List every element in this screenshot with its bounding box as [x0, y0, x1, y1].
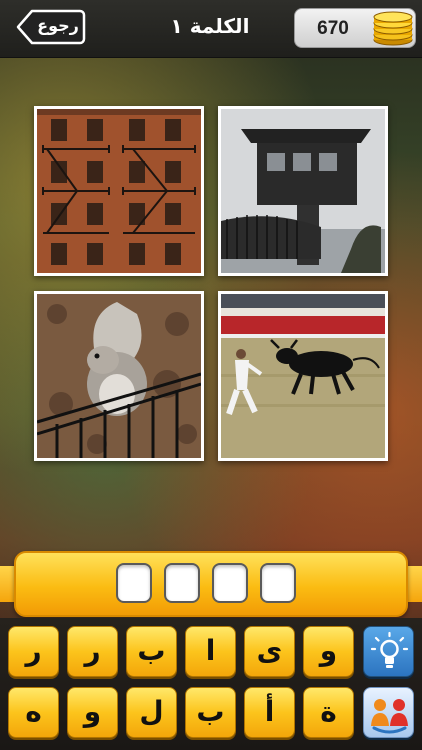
letter-key[interactable]: ر — [8, 626, 59, 677]
answer-slot-1[interactable] — [116, 563, 152, 603]
letter-key[interactable]: ى — [244, 626, 295, 677]
friends-help-icon — [371, 699, 408, 734]
letter-key[interactable]: و — [67, 687, 118, 738]
letter-key[interactable]: ة — [303, 687, 354, 738]
man-running-from-bull-image — [221, 294, 385, 458]
puzzle-image-4[interactable] — [218, 291, 388, 461]
coin-counter[interactable]: 670 — [294, 8, 416, 48]
letter-key[interactable]: ل — [126, 687, 177, 738]
back-button[interactable]: رجوع — [16, 9, 86, 45]
letter-key[interactable]: أ — [244, 687, 295, 738]
letter-key[interactable]: ب — [126, 626, 177, 677]
answer-slot-3[interactable] — [212, 563, 248, 603]
letter-key[interactable]: ر — [67, 626, 118, 677]
watch-tower-image — [221, 109, 385, 273]
lightbulb-icon — [370, 631, 409, 668]
coin-count: 670 — [317, 18, 349, 39]
answer-slots — [116, 563, 296, 605]
hint-button[interactable] — [363, 626, 414, 677]
squirrel-on-fence-image — [37, 294, 201, 458]
building-fire-escape-image — [37, 109, 201, 273]
puzzle-image-1[interactable] — [34, 106, 204, 276]
top-bar: رجوع الكلمة ١ 670 — [0, 0, 422, 58]
letter-key[interactable]: و — [303, 626, 354, 677]
back-label: رجوع — [37, 16, 79, 35]
answer-slot-2[interactable] — [164, 563, 200, 603]
level-title: الكلمة ١ — [170, 14, 250, 38]
puzzle-image-3[interactable] — [34, 291, 204, 461]
letter-key[interactable]: ه — [8, 687, 59, 738]
letter-key[interactable]: ب — [185, 687, 236, 738]
letter-key[interactable]: ا — [185, 626, 236, 677]
answer-slot-4[interactable] — [260, 563, 296, 603]
ask-friends-button[interactable] — [363, 687, 414, 738]
puzzle-image-2[interactable] — [218, 106, 388, 276]
coin-stack-icon — [373, 11, 413, 46]
